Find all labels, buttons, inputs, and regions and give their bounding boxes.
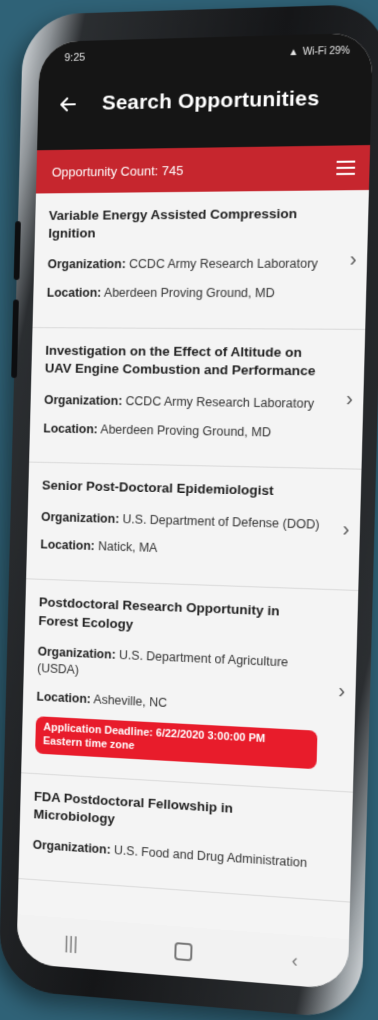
opportunity-count: Opportunity Count: 745	[52, 162, 184, 179]
opportunity-card[interactable]: Variable Energy Assisted Compression Ign…	[33, 190, 369, 330]
power-button	[11, 300, 19, 378]
signal-icon: ▲	[288, 46, 298, 57]
organization-field: Organization: CCDC Army Research Laborat…	[47, 256, 330, 273]
battery-label: Wi-Fi 29%	[302, 45, 350, 57]
top-bar: 9:25 ▲ Wi-Fi 29% Search Opportunities	[37, 33, 373, 151]
chevron-right-icon: ›	[350, 248, 358, 271]
menu-icon[interactable]	[336, 161, 355, 176]
page-title: Search Opportunities	[102, 87, 320, 116]
organization-field: Organization: CCDC Army Research Laborat…	[44, 392, 326, 413]
opportunity-card[interactable]: Investigation on the Effect of Altitude …	[29, 328, 365, 470]
title-bar: Search Opportunities	[37, 67, 372, 134]
volume-button	[14, 221, 21, 280]
chevron-right-icon: ›	[346, 388, 354, 412]
phone-frame: 9:25 ▲ Wi-Fi 29% Search Opportunities Op…	[0, 3, 378, 1019]
opportunity-title: Investigation on the Effect of Altitude …	[45, 342, 328, 381]
chevron-right-icon: ›	[338, 679, 345, 703]
status-time: 9:25	[64, 52, 85, 64]
deadline-badge: Application Deadline: 6/22/2020 3:00:00 …	[35, 717, 317, 770]
opportunity-title: Variable Energy Assisted Compression Ign…	[48, 205, 331, 243]
location-field: Location: Natick, MA	[40, 537, 322, 563]
back-arrow-icon[interactable]	[55, 91, 81, 117]
recent-apps-button[interactable]: |||	[64, 932, 78, 954]
system-nav-bar: ||| ‹	[16, 914, 349, 990]
location-field: Location: Aberdeen Proving Ground, MD	[47, 285, 330, 302]
count-bar: Opportunity Count: 745	[36, 145, 370, 193]
opportunity-title: FDA Postdoctoral Fellowship in Microbiol…	[33, 788, 315, 842]
organization-field: Organization: U.S. Department of Defense…	[41, 509, 323, 534]
opportunity-title: Senior Post-Doctoral Epidemiologist	[42, 477, 324, 502]
chevron-right-icon: ›	[342, 518, 349, 542]
home-button[interactable]	[174, 942, 192, 961]
location-field: Location: Aberdeen Proving Ground, MD	[43, 420, 325, 442]
app-screen: 9:25 ▲ Wi-Fi 29% Search Opportunities Op…	[16, 33, 373, 990]
opportunity-title: Postdoctoral Research Opportunity in For…	[38, 594, 321, 641]
opportunity-card[interactable]: FDA Postdoctoral Fellowship in Microbiol…	[18, 773, 352, 903]
organization-field: Organization: U.S. Department of Agricul…	[37, 643, 319, 689]
opportunity-card[interactable]: Postdoctoral Research Opportunity in For…	[21, 580, 358, 793]
organization-field: Organization: U.S. Food and Drug Adminis…	[33, 837, 315, 873]
opportunity-card[interactable]: Senior Post-Doctoral Epidemiologist Orga…	[26, 463, 361, 591]
back-button[interactable]: ‹	[291, 950, 298, 972]
status-icons: ▲ Wi-Fi 29%	[288, 45, 350, 58]
opportunity-list: Variable Energy Assisted Compression Ign…	[18, 190, 368, 903]
location-field: Location: Asheville, NC	[36, 688, 318, 719]
